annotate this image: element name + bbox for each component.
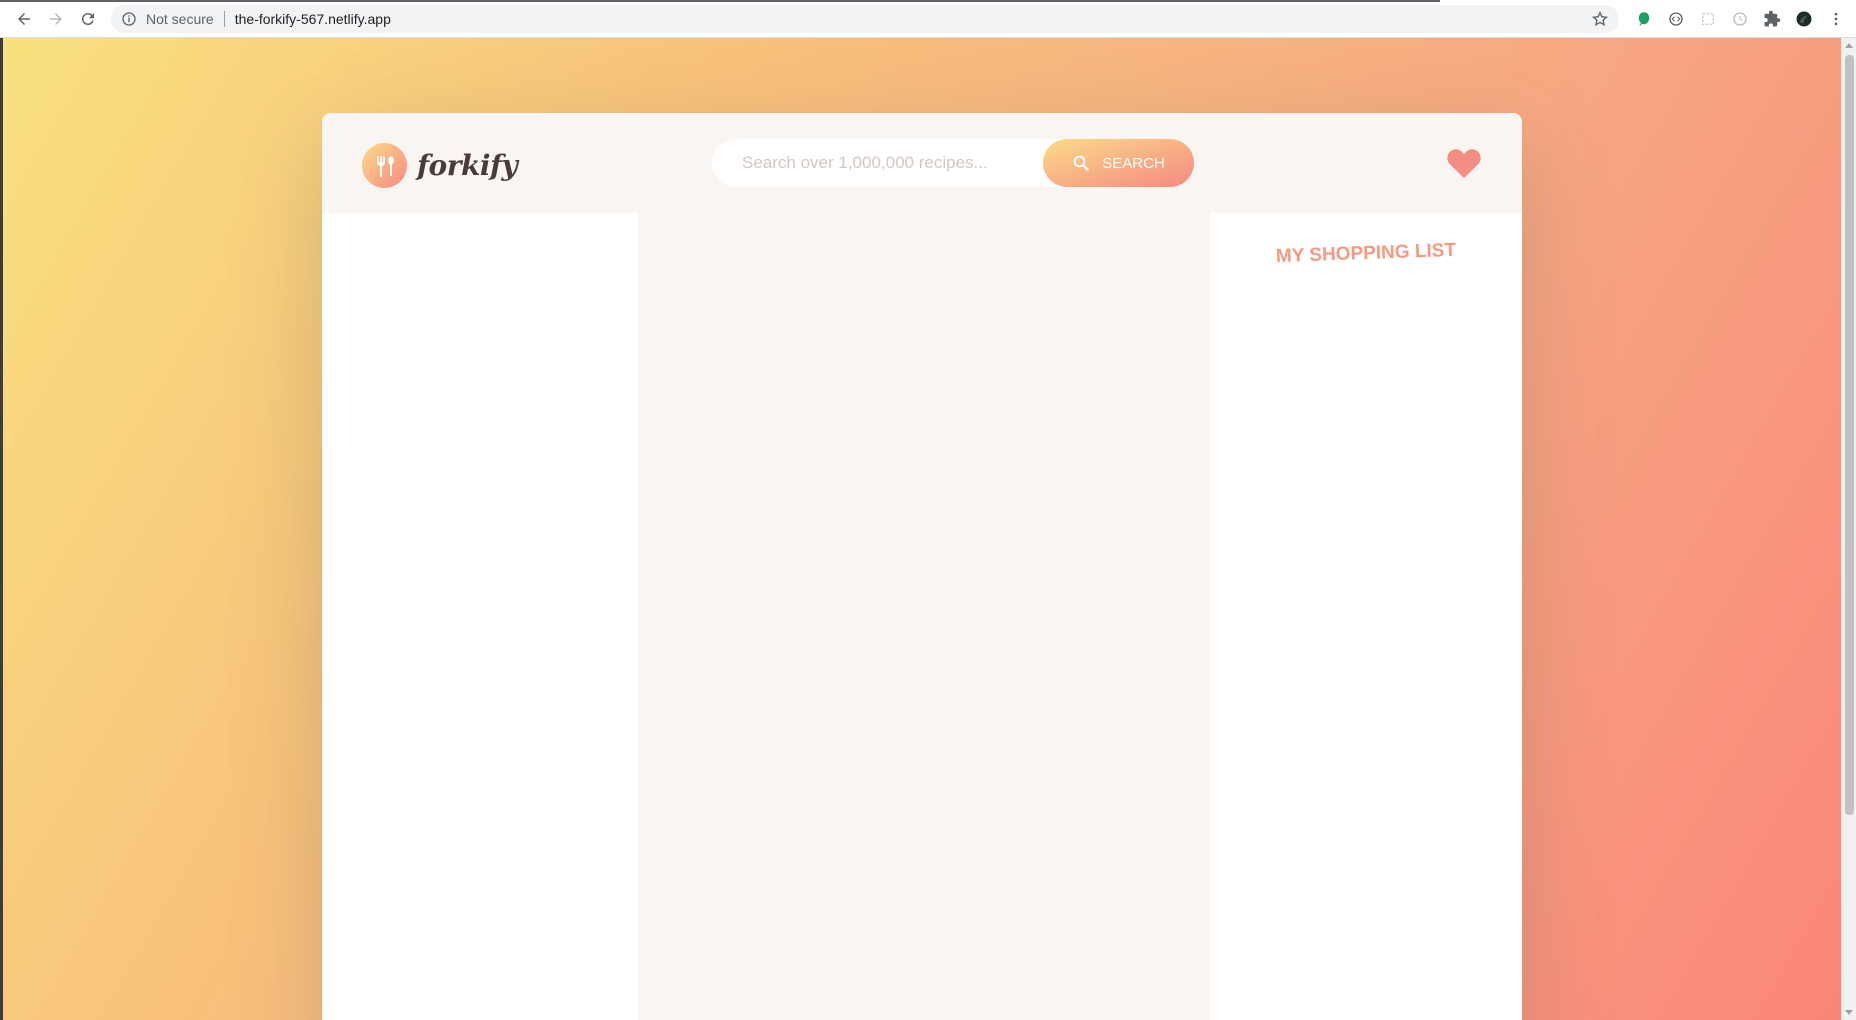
shopping-list-title: MY SHOPPING LIST bbox=[1275, 239, 1457, 268]
heart-icon[interactable] bbox=[1446, 147, 1482, 179]
recipe-panel bbox=[638, 213, 1210, 1020]
search-icon bbox=[1073, 155, 1090, 171]
extension-green[interactable] bbox=[1628, 3, 1660, 35]
scroll-down-arrow[interactable] bbox=[1845, 1010, 1853, 1015]
back-arrow-icon bbox=[18, 12, 30, 25]
search-form: SEARCH bbox=[712, 139, 1194, 187]
shopping-list-panel: MY SHOPPING LIST bbox=[1210, 213, 1522, 1020]
extensions-button[interactable] bbox=[1756, 3, 1788, 35]
browser-toolbar: Not secure the-forkify-567.netlify.app bbox=[0, 0, 1856, 38]
app-container: forkify SEARCH MY SHOPPING LIST bbox=[322, 113, 1522, 1020]
scrollbar-thumb[interactable] bbox=[1845, 55, 1854, 815]
kebab-menu-icon bbox=[1834, 12, 1838, 26]
extension-area bbox=[1628, 0, 1856, 38]
extension-code[interactable] bbox=[1660, 3, 1692, 35]
security-label: Not secure bbox=[146, 11, 214, 27]
page-viewport: forkify SEARCH MY SHOPPING LIST bbox=[0, 38, 1856, 1020]
frame-icon bbox=[1702, 13, 1714, 25]
extension-frame[interactable] bbox=[1692, 3, 1724, 35]
reload-button[interactable] bbox=[72, 3, 104, 35]
info-icon[interactable] bbox=[121, 11, 137, 27]
fork-spoon-icon bbox=[362, 143, 407, 188]
avatar-icon bbox=[1796, 11, 1812, 27]
code-circle-icon bbox=[1669, 12, 1683, 26]
forward-arrow-icon bbox=[50, 12, 62, 25]
address-divider bbox=[223, 11, 225, 27]
search-results-panel bbox=[322, 213, 638, 1020]
address-bar[interactable]: Not secure the-forkify-567.netlify.app bbox=[111, 5, 1619, 33]
clock-icon bbox=[1733, 12, 1747, 26]
profile-button[interactable] bbox=[1788, 3, 1820, 35]
reload-icon bbox=[81, 12, 94, 25]
green-leaf-icon bbox=[1638, 12, 1650, 26]
url-text[interactable]: the-forkify-567.netlify.app bbox=[235, 11, 391, 27]
logo-text: forkify bbox=[417, 149, 518, 182]
forward-button[interactable] bbox=[40, 3, 72, 35]
puzzle-icon bbox=[1764, 10, 1781, 27]
search-input[interactable] bbox=[742, 153, 1062, 173]
page-load-bar bbox=[0, 0, 1440, 2]
back-button[interactable] bbox=[8, 3, 40, 35]
search-button-label: SEARCH bbox=[1102, 154, 1165, 172]
app-header: forkify SEARCH bbox=[322, 113, 1522, 213]
browser-menu-button[interactable] bbox=[1820, 3, 1852, 35]
bookmark-star-icon[interactable] bbox=[1591, 10, 1609, 28]
page-scrollbar[interactable] bbox=[1841, 38, 1856, 1020]
logo[interactable]: forkify bbox=[362, 143, 518, 188]
search-button[interactable]: SEARCH bbox=[1043, 139, 1194, 187]
scroll-up-arrow[interactable] bbox=[1845, 43, 1853, 48]
window-edge bbox=[0, 38, 3, 1020]
extension-clock[interactable] bbox=[1724, 3, 1756, 35]
